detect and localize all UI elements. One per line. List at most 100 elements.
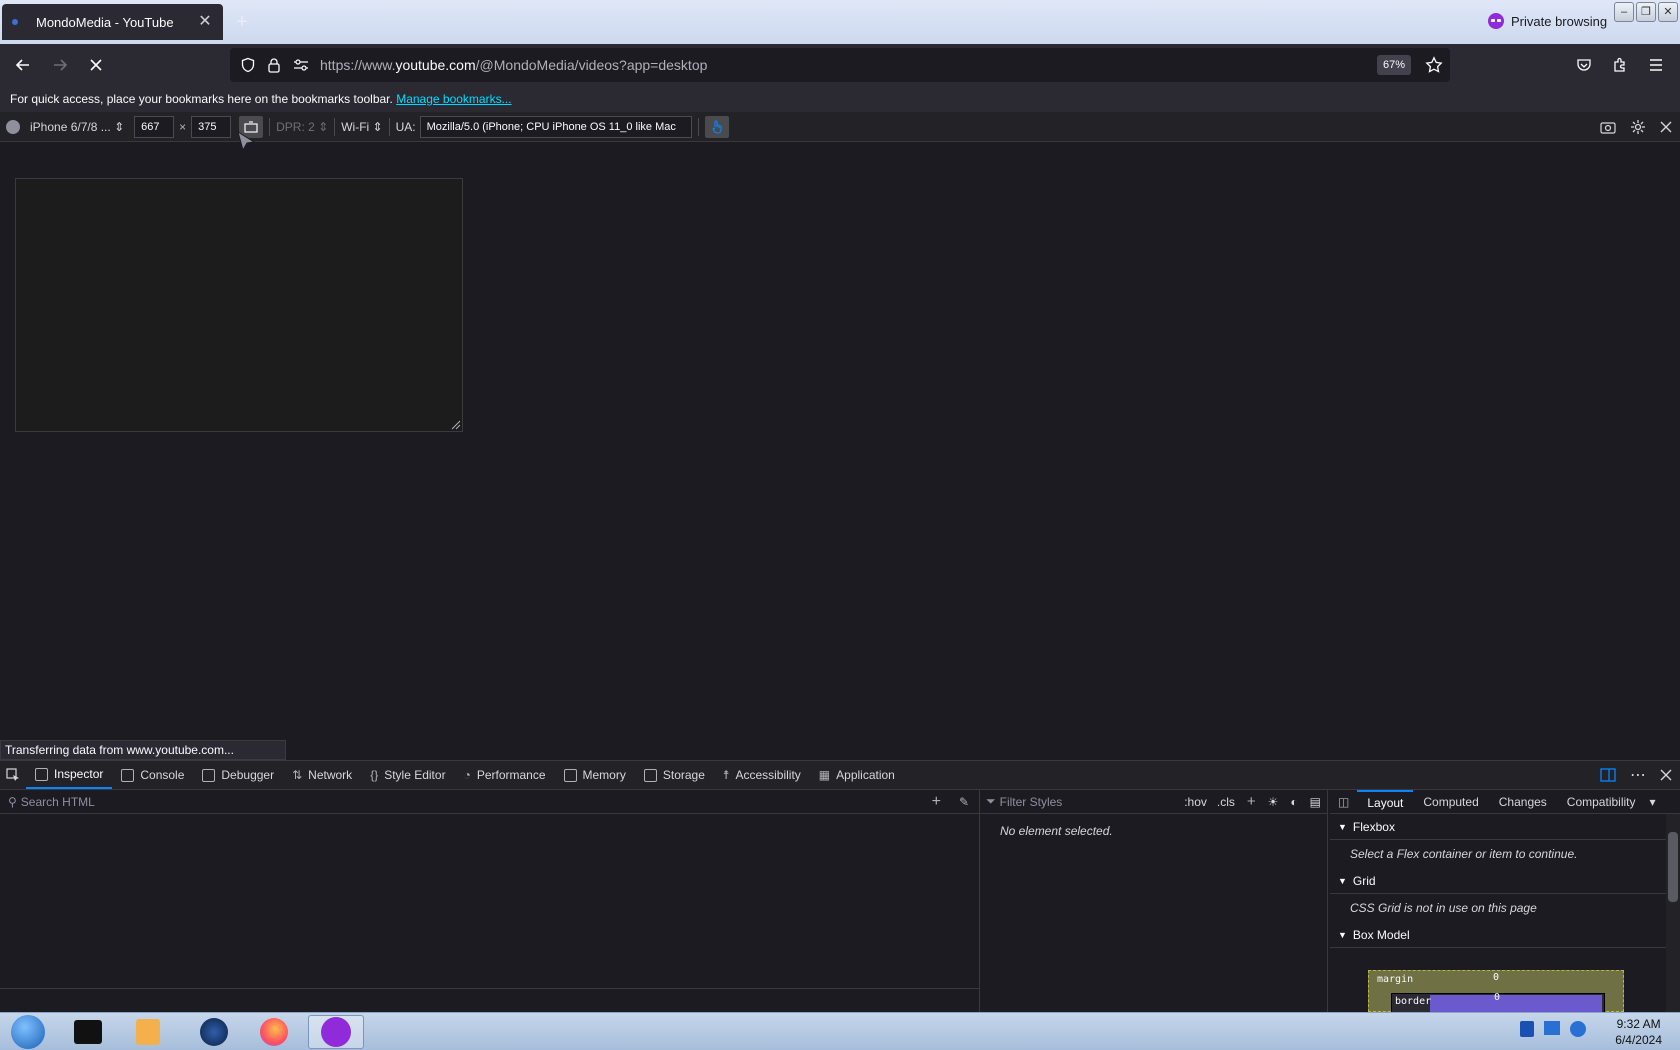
tab-label: Style Editor — [384, 768, 446, 782]
tab-label: Network — [308, 768, 353, 782]
user-agent-input[interactable]: Mozilla/5.0 (iPhone; CPU iPhone OS 11_0 … — [419, 115, 692, 138]
add-rule-icon[interactable]: + — [1247, 793, 1256, 810]
element-picker-button[interactable] — [0, 761, 26, 789]
taskbar-terminal[interactable] — [60, 1015, 116, 1049]
firefox-private-icon — [321, 1017, 351, 1047]
print-media-icon[interactable]: ▤ — [1310, 795, 1321, 809]
permissions-icon[interactable] — [293, 58, 309, 72]
tracking-shield-icon[interactable] — [240, 57, 256, 73]
taskbar-clock[interactable]: 9:32 AM 6/4/2024 — [1615, 1016, 1662, 1048]
close-devtools-icon[interactable] — [1660, 769, 1672, 781]
hov-toggle[interactable]: :hov — [1184, 795, 1207, 809]
search-html-input[interactable]: Search HTML — [21, 795, 932, 809]
volume-icon[interactable] — [1570, 1021, 1586, 1037]
tab-label: Debugger — [221, 768, 275, 782]
stop-button[interactable] — [84, 53, 108, 77]
pocket-button[interactable] — [1572, 53, 1596, 77]
scrollbar-thumb[interactable] — [1668, 832, 1678, 902]
tab-application[interactable]: ▦ Application — [810, 761, 904, 789]
tab-close-icon[interactable]: ✕ — [197, 14, 213, 30]
tab-label: Application — [836, 768, 895, 782]
tab-performance[interactable]: ◔ Performance — [455, 761, 555, 789]
cls-toggle[interactable]: .cls — [1217, 795, 1235, 809]
forward-button[interactable] — [48, 53, 72, 77]
network-value: Wi-Fi — [341, 119, 370, 134]
resize-grip-icon[interactable] — [449, 418, 461, 430]
tab-label: Performance — [476, 768, 546, 782]
new-tab-button[interactable]: + — [236, 12, 248, 32]
taskbar-browser[interactable] — [186, 1015, 242, 1049]
start-button[interactable] — [0, 1015, 56, 1049]
status-panel: Transferring data from www.youtube.com..… — [0, 740, 286, 760]
light-scheme-icon[interactable]: ☀ — [1268, 795, 1279, 809]
close-rdm-icon[interactable] — [1660, 121, 1672, 133]
filter-styles-input[interactable]: Filter Styles — [1000, 795, 1185, 809]
clock-time: 9:32 AM — [1616, 1017, 1661, 1031]
tab-inspector[interactable]: Inspector — [26, 761, 113, 789]
maximize-button[interactable]: ❐ — [1636, 2, 1656, 22]
flexbox-section-header[interactable]: ▼ Flexbox — [1330, 814, 1680, 840]
device-settings-icon[interactable] — [6, 119, 20, 134]
tabs-overflow-icon[interactable]: ▾ — [1646, 791, 1660, 813]
touch-hand-icon — [711, 119, 722, 134]
screenshot-camera-icon[interactable] — [1600, 120, 1616, 134]
browser-tab[interactable]: MondoMedia - YouTube ✕ — [2, 4, 223, 40]
lock-icon[interactable] — [267, 57, 281, 73]
tab-label: Storage — [662, 768, 705, 782]
box-margin-value[interactable]: 0 — [1493, 972, 1499, 983]
tab-computed[interactable]: Computed — [1413, 791, 1488, 813]
network-throttle-selector[interactable]: Wi-Fi ⇕ — [341, 120, 382, 134]
toolbar-divider — [388, 117, 390, 136]
dpr-selector[interactable]: DPR: 2 ⇕ — [276, 120, 328, 134]
rdm-settings-gear-icon[interactable] — [1630, 119, 1646, 135]
forward-arrow-icon — [54, 59, 68, 71]
security-shield-icon[interactable] — [1520, 1021, 1534, 1037]
more-options-icon[interactable]: ⋯ — [1630, 765, 1646, 785]
viewport-width-input[interactable]: 667 — [134, 115, 175, 138]
taskbar-firefox-private[interactable] — [308, 1015, 364, 1049]
network-arrows-icon: ⇅ — [292, 768, 303, 782]
layout-scrollbar[interactable] — [1666, 814, 1680, 1012]
extensions-button[interactable] — [1608, 53, 1632, 77]
tab-debugger[interactable]: Debugger — [193, 761, 283, 789]
tab-favicon-icon — [12, 19, 18, 25]
tab-compatibility[interactable]: Compatibility — [1557, 791, 1646, 813]
eyedropper-icon[interactable]: ✎ — [959, 795, 969, 809]
toggle-sidebar-icon[interactable]: ◫ — [1330, 791, 1357, 813]
touch-simulation-button[interactable] — [704, 115, 729, 138]
manage-bookmarks-link[interactable]: Manage bookmarks... — [396, 92, 511, 106]
tab-storage[interactable]: Storage — [635, 761, 714, 789]
tab-accessibility[interactable]: ☨ Accessibility — [714, 761, 810, 789]
minimize-button[interactable]: – — [1614, 2, 1634, 22]
search-html-bar: ⚲ Search HTML + ✎ — [0, 790, 979, 814]
sidebar-tabs: ◫ Layout Computed Changes Compatibility … — [1330, 789, 1680, 814]
app-menu-button[interactable] — [1644, 53, 1668, 77]
grid-message: CSS Grid is not in use on this page — [1350, 901, 1537, 915]
dark-scheme-icon[interactable]: ◐ — [1290, 795, 1297, 809]
zoom-level-button[interactable]: 67% — [1377, 55, 1412, 75]
tab-memory[interactable]: Memory — [555, 761, 635, 789]
tab-changes[interactable]: Changes — [1489, 791, 1557, 813]
taskbar-media-player[interactable] — [120, 1015, 176, 1049]
bookmark-star-icon[interactable] — [1425, 56, 1443, 74]
back-button[interactable] — [11, 53, 35, 77]
taskbar-firefox[interactable] — [246, 1015, 302, 1049]
box-border-value[interactable]: 0 — [1494, 992, 1500, 1003]
tab-layout[interactable]: Layout — [1357, 789, 1414, 814]
tab-label: Inspector — [54, 767, 104, 781]
media-player-icon — [136, 1019, 160, 1045]
add-node-icon[interactable]: + — [932, 793, 941, 811]
window-controls: – ❐ ✕ — [1614, 2, 1678, 22]
dock-side-icon[interactable] — [1600, 767, 1616, 783]
box-model-section-header[interactable]: ▼ Box Model — [1330, 922, 1680, 948]
grid-section-header[interactable]: ▼ Grid — [1330, 868, 1680, 894]
device-selector[interactable]: iPhone 6/7/8 ... ⇕ — [30, 120, 124, 134]
url-bar[interactable]: https://www.youtube.com/@MondoMedia/vide… — [230, 48, 1450, 82]
network-icon[interactable] — [1544, 1021, 1560, 1035]
tab-style-editor[interactable]: {} Style Editor — [361, 761, 454, 789]
close-window-button[interactable]: ✕ — [1658, 2, 1678, 22]
tab-network[interactable]: ⇅ Network — [283, 761, 361, 789]
viewport-height-input[interactable]: 375 — [191, 115, 232, 138]
tab-console[interactable]: Console — [112, 761, 193, 789]
inspector-icon — [35, 767, 48, 781]
